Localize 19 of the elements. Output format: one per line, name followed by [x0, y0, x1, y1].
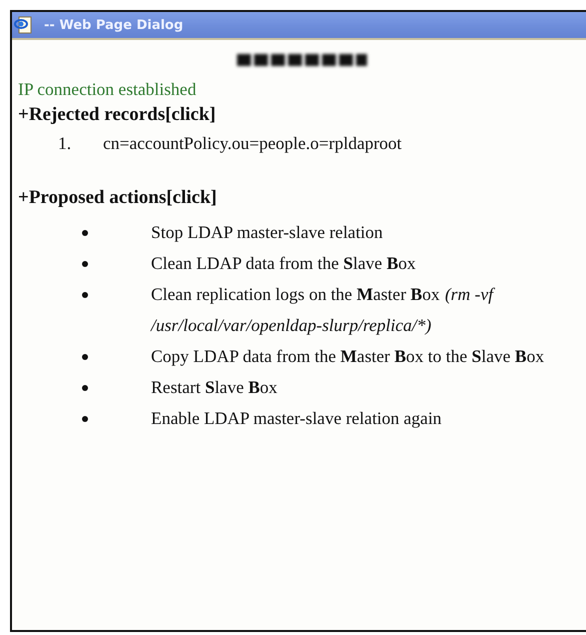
action-text: Stop LDAP master-slave relation [151, 221, 384, 244]
record-text: cn=accountPolicy.ou=people.o=rpldaproot [103, 132, 402, 155]
action-text: Enable LDAP master-slave relation again [151, 407, 443, 430]
list-number: 1. [58, 132, 72, 155]
bullet-icon [82, 416, 88, 422]
status-message: IP connection established [18, 78, 198, 101]
action-text: Clean LDAP data from the Slave Box [151, 252, 417, 275]
action-text: Copy LDAP data from the Master Box to the Slave Box [151, 345, 546, 368]
section-toggle[interactable]: +Rejected records[click] [18, 102, 586, 128]
section-toggle[interactable]: +Proposed actions[click] [18, 185, 586, 211]
bullet-icon [82, 261, 88, 267]
bullet-icon [82, 230, 88, 236]
bullet-icon [82, 292, 88, 298]
action-text: Clean replication logs on the Master Box (rm -vf /usr/local/var/openldap-slurp/replica/*) [151, 283, 496, 337]
window-title: -- Web Page Dialog [44, 18, 184, 32]
bullet-icon [82, 354, 88, 360]
action-text: Restart Slave Box [151, 376, 278, 399]
web-page-icon [14, 16, 32, 34]
bullet-icon [82, 385, 88, 391]
